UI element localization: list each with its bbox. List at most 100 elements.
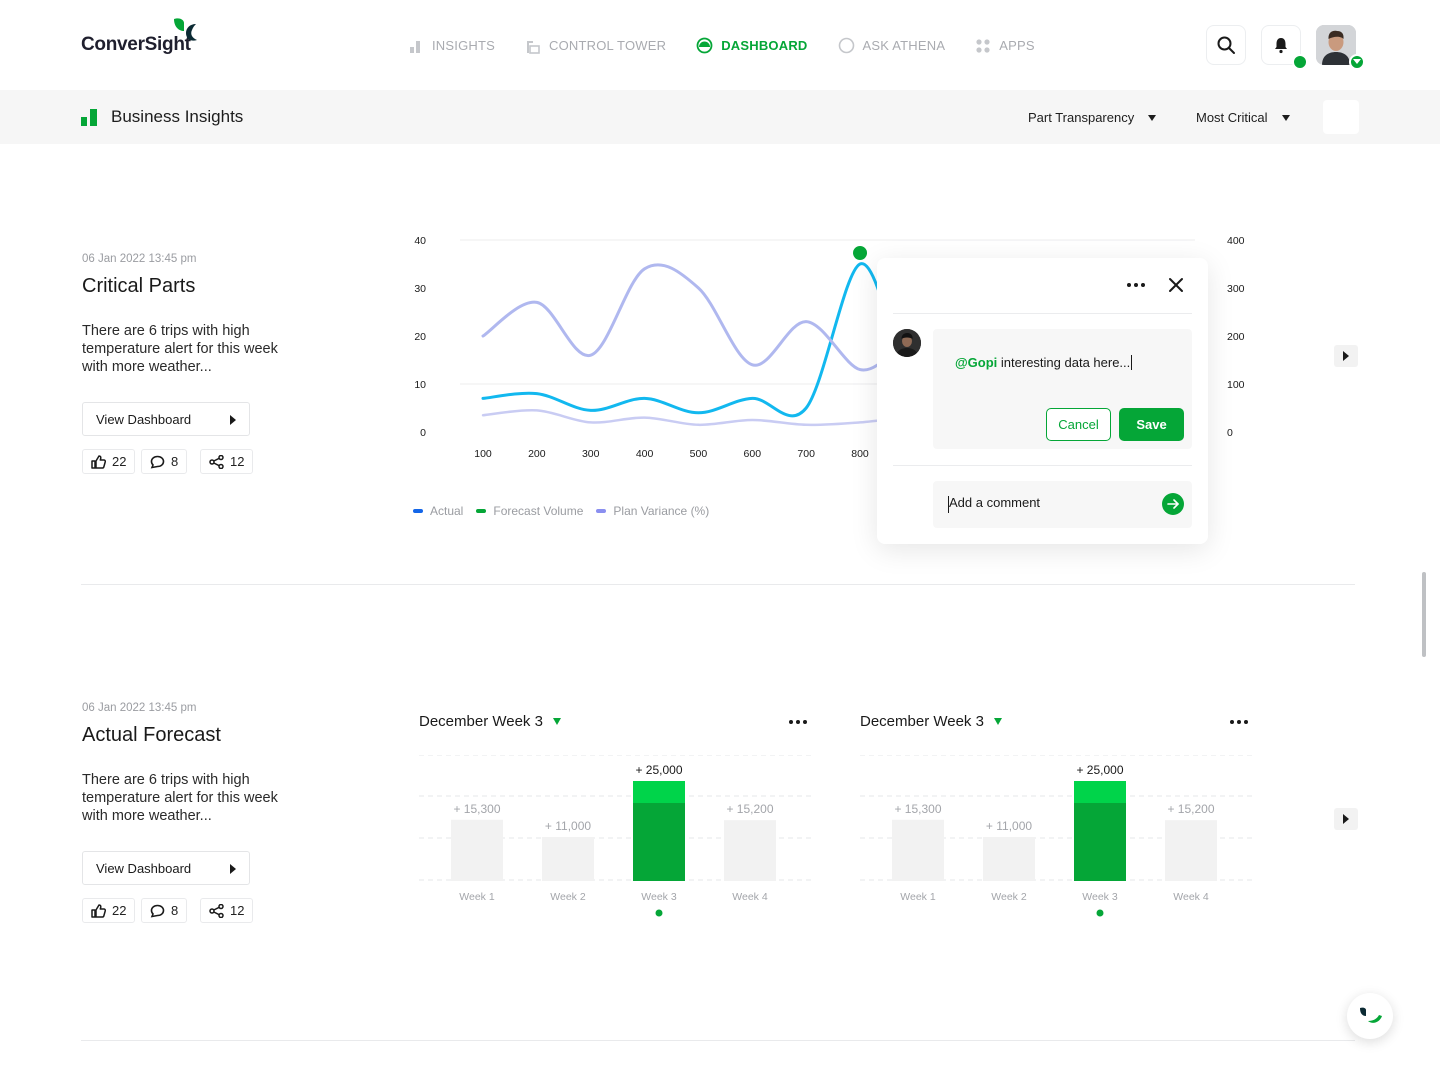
x-tick: Week 4 <box>1173 891 1209 903</box>
comment-popup: @Gopi interesting data here... Cancel Sa… <box>877 258 1208 544</box>
chevron-down-icon <box>1353 59 1361 64</box>
data-label: + 25,000 <box>635 763 682 777</box>
bar <box>983 837 1035 881</box>
comment-count: 8 <box>171 454 179 469</box>
next-insight-button[interactable] <box>1334 808 1358 830</box>
comment-edit-box[interactable]: @Gopi interesting data here... Cancel Sa… <box>933 329 1192 449</box>
x-tick: Week 2 <box>550 891 586 903</box>
highlight-point <box>851 244 870 262</box>
filter-button[interactable] <box>1323 100 1359 134</box>
like-count: 22 <box>112 903 127 918</box>
more-options-icon[interactable] <box>1127 283 1145 287</box>
share-button[interactable]: 12 <box>200 898 254 923</box>
assistant-chat-button[interactable] <box>1347 993 1393 1039</box>
share-button[interactable]: 12 <box>200 449 254 474</box>
part-transparency-dropdown[interactable]: Part Transparency <box>1028 110 1157 125</box>
x-tick: Week 1 <box>459 891 495 903</box>
comment-body: interesting data here... <box>997 355 1131 370</box>
week-selector-dropdown[interactable]: December Week 3 <box>419 713 561 730</box>
search-icon <box>1217 36 1235 54</box>
week-selector-dropdown[interactable]: December Week 3 <box>860 713 1002 730</box>
dashboard-gauge-icon <box>696 37 713 54</box>
nav-insights[interactable]: INSIGHTS <box>408 37 495 54</box>
insight-timestamp: 06 Jan 2022 13:45 pm <box>82 702 197 714</box>
caret-down-icon <box>552 718 561 725</box>
legend-swatch <box>596 509 607 513</box>
thumbs-up-icon <box>91 454 106 469</box>
data-label: + 15,200 <box>1167 802 1214 816</box>
legend-item-actual[interactable]: Actual <box>413 504 463 518</box>
thumbs-up-icon <box>91 903 106 918</box>
commenter-avatar <box>893 329 921 357</box>
cancel-button[interactable]: Cancel <box>1046 408 1111 441</box>
next-insight-button[interactable] <box>1334 345 1358 367</box>
data-label: + 11,000 <box>986 819 1032 833</box>
view-dashboard-label: View Dashboard <box>96 411 192 427</box>
mention-tag[interactable]: @Gopi <box>955 355 997 370</box>
insight-title: Actual Forecast <box>82 724 221 746</box>
most-critical-dropdown[interactable]: Most Critical <box>1196 110 1290 125</box>
tower-icon <box>527 40 540 54</box>
legend-item-forecast[interactable]: Forecast Volume <box>476 504 583 518</box>
more-options-icon[interactable] <box>789 720 807 724</box>
nav-apps[interactable]: APPS <box>975 37 1034 54</box>
chart-legend: Actual Forecast Volume Plan Variance (%) <box>413 504 722 518</box>
close-icon[interactable] <box>1168 277 1184 293</box>
add-comment-box <box>933 481 1192 528</box>
x-tick: 400 <box>636 448 654 460</box>
like-button[interactable]: 22 <box>82 898 136 923</box>
bar <box>1165 820 1217 881</box>
legend-label: Actual <box>430 504 464 518</box>
legend-swatch <box>413 509 423 513</box>
caret-down-icon <box>993 718 1002 725</box>
top-navigation: ConverSight INSIGHTS CONTROL TOWER DASHB… <box>0 0 1440 90</box>
page-scrollbar[interactable] <box>1422 572 1426 657</box>
comment-text[interactable]: @Gopi interesting data here... <box>955 355 1133 370</box>
x-tick: 300 <box>582 448 600 460</box>
sub-header: Business Insights Part Transparency Most… <box>0 90 1440 144</box>
caret-down-icon <box>1281 114 1290 121</box>
insight-title: Critical Parts <box>82 275 196 297</box>
like-button[interactable]: 22 <box>82 449 136 474</box>
view-dashboard-button[interactable]: View Dashboard <box>82 402 250 436</box>
bar <box>451 819 503 881</box>
nav-ask-athena[interactable]: ASK ATHENA <box>838 37 946 54</box>
search-button[interactable] <box>1206 25 1246 65</box>
nav-label: DASHBOARD <box>721 38 808 53</box>
more-options-icon[interactable] <box>1230 720 1248 724</box>
view-dashboard-button[interactable]: View Dashboard <box>82 851 250 885</box>
legend-swatch <box>476 509 487 513</box>
page-title: Business Insights <box>111 107 244 126</box>
actual-forecast-bar-chart: + 15,300 Week 1 + 11,000 Week 2 + 25,000 Week… <box>860 755 1252 917</box>
play-arrow-icon <box>230 415 236 425</box>
save-button[interactable]: Save <box>1119 408 1184 441</box>
actual-forecast-bar-chart: + 15,300 Week 1 + 11,000 Week 2 + 25,000 Week… <box>419 755 811 917</box>
insight-timestamp: 06 Jan 2022 13:45 pm <box>82 253 197 265</box>
data-label: + 25,000 <box>1076 763 1123 777</box>
avatar-menu-toggle[interactable] <box>1349 54 1365 70</box>
x-tick: Week 4 <box>732 891 768 903</box>
nav-label: INSIGHTS <box>432 38 495 53</box>
comment-button[interactable]: 8 <box>141 898 188 923</box>
series-line-actual <box>481 262 902 418</box>
comment-button[interactable]: 8 <box>141 449 188 474</box>
legend-label: Plan Variance (%) <box>613 504 710 518</box>
bar <box>724 820 776 881</box>
panel-title: December Week 3 <box>860 713 984 730</box>
section-divider <box>81 1040 1355 1041</box>
data-label: + 15,300 <box>894 802 941 816</box>
bar-chart-icon <box>410 40 420 53</box>
bar <box>892 819 944 881</box>
data-label: + 15,200 <box>726 802 773 816</box>
legend-item-plan-variance[interactable]: Plan Variance (%) <box>596 504 709 518</box>
insight-description: There are 6 trips with high temperature … <box>82 323 278 375</box>
send-comment-button[interactable] <box>1162 493 1184 515</box>
share-icon <box>209 903 224 918</box>
x-tick: Week 1 <box>900 891 936 903</box>
nav-dashboard[interactable]: DASHBOARD <box>696 37 807 54</box>
y-tick-left: 10 <box>414 379 426 391</box>
y-tick-left: 30 <box>414 283 426 295</box>
add-comment-input[interactable] <box>949 495 1149 510</box>
nav-control-tower[interactable]: CONTROL TOWER <box>525 37 666 54</box>
y-tick-right: 0 <box>1227 427 1233 439</box>
